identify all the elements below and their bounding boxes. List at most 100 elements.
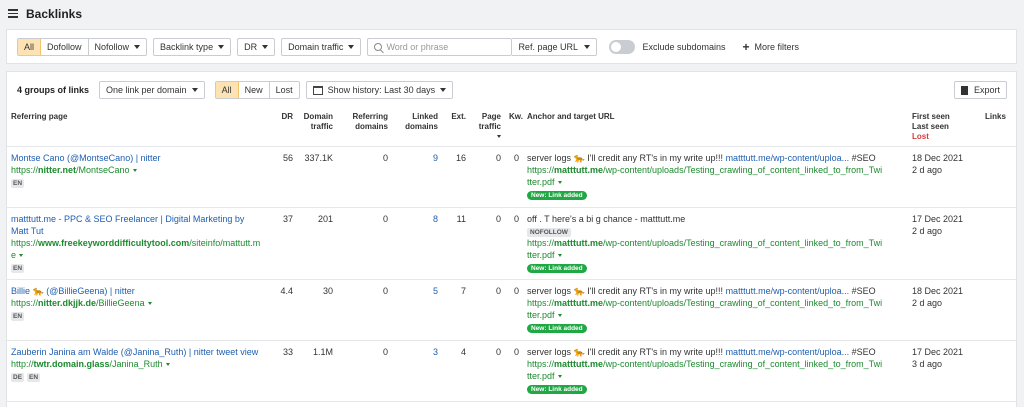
target-path-cont: tter.pdf <box>527 310 555 320</box>
col-linked-domains-l2: domains <box>405 122 438 131</box>
last-seen-value: 2 d ago <box>912 165 943 175</box>
url-prefix: https:// <box>11 298 39 308</box>
kw-value: 0 <box>505 207 523 280</box>
last-seen-value: 2 d ago <box>912 298 943 308</box>
links-cell <box>981 279 1016 341</box>
dr-dropdown[interactable]: DR <box>237 38 276 56</box>
linked-domains-value[interactable]: 8 <box>392 207 442 280</box>
url-domain: twtr.domain.glass <box>33 359 110 369</box>
target-url[interactable]: https://matttutt.me/wp-content/uploads/T… <box>527 358 904 382</box>
page-traffic-value: 0 <box>470 146 505 208</box>
linked-domains-value[interactable]: 3 <box>392 340 442 402</box>
page-traffic-value: 0 <box>470 207 505 280</box>
ref-page-url-dropdown[interactable]: Ref. page URL <box>512 38 598 56</box>
col-domain-traffic-l1: Domain <box>303 112 333 121</box>
url-prefix: https:// <box>11 238 39 248</box>
leopard-emoji-icon: 🐆 <box>32 286 44 296</box>
linked-domains-value[interactable]: 5 <box>392 279 442 341</box>
referring-page-url[interactable]: http://twtr.domain.glass/Janina_Ruth <box>11 358 263 370</box>
search-input[interactable] <box>386 42 507 52</box>
chevron-down-icon[interactable] <box>557 254 562 258</box>
first-seen-value: 17 Dec 2021 <box>912 214 964 224</box>
referring-page-title[interactable]: Zauberin Janina am Walde (@Janina_Ruth) … <box>11 346 263 358</box>
language-tag: EN <box>27 373 41 382</box>
search-box <box>367 38 513 56</box>
target-url[interactable]: https://matttutt.me/wp-content/uploads/T… <box>527 297 904 321</box>
ref-domains-value: 0 <box>337 146 392 208</box>
links-cell <box>981 340 1016 402</box>
exclude-subdomains-toggle[interactable] <box>609 40 636 54</box>
sort-desc-icon <box>497 135 501 139</box>
calendar-icon <box>312 85 323 95</box>
chevron-down-icon[interactable] <box>557 314 562 318</box>
first-seen-value: 18 Dec 2021 <box>912 286 964 296</box>
referring-page-url[interactable]: https://www.freekeyworddifficultytool.co… <box>11 237 263 261</box>
referring-page-title[interactable]: Montse Cano (@MontseCano) | nitter <box>11 152 263 164</box>
ref-domains-value: 0 <box>337 279 392 341</box>
language-tag: EN <box>11 312 25 321</box>
col-seen[interactable]: First seen Last seen Lost <box>908 108 981 147</box>
referring-page-url[interactable]: https://nitter.dkjjk.de/BillieGeena <box>11 297 263 309</box>
chevron-down-icon[interactable] <box>165 363 170 367</box>
last-seen-value: 2 d ago <box>912 226 943 236</box>
chevron-down-icon[interactable] <box>147 302 152 306</box>
col-referring-domains[interactable]: Referring domains <box>337 108 392 147</box>
col-links[interactable]: Links <box>981 108 1016 147</box>
anchor-text: off . T here's a bi g chance - matttutt.… <box>527 214 686 224</box>
referring-page-url[interactable]: https://nitter.net/MontseCano <box>11 164 263 176</box>
target-domain: matttutt.me <box>554 298 604 308</box>
chevron-down-icon <box>440 88 447 92</box>
anchor-inline-link[interactable]: matttutt.me/wp-content/uploa... <box>726 153 850 163</box>
target-domain: matttutt.me <box>554 359 604 369</box>
domain-traffic-dropdown[interactable]: Domain traffic <box>281 38 362 56</box>
col-dr[interactable]: DR <box>267 108 297 147</box>
linked-domains-value[interactable]: 9 <box>392 146 442 208</box>
link-type-dofollow[interactable]: Dofollow <box>41 39 89 55</box>
target-url[interactable]: https://matttutt.me/wp-content/uploads/T… <box>527 237 904 261</box>
anchor-text: server logs 🐆 I'll credit any RT's in my… <box>527 152 904 164</box>
search-icon <box>374 43 383 51</box>
link-type-all[interactable]: All <box>18 39 42 55</box>
col-domain-traffic[interactable]: Domain traffic <box>297 108 337 147</box>
target-url[interactable]: https://matttutt.me/wp-content/uploads/T… <box>527 164 904 188</box>
chevron-down-icon[interactable] <box>19 254 24 258</box>
tab-new[interactable]: New <box>239 82 270 98</box>
col-referring-page[interactable]: Referring page <box>7 108 267 147</box>
first-seen-value: 17 Dec 2021 <box>912 347 964 357</box>
col-page-traffic[interactable]: Page traffic <box>470 108 505 147</box>
new-link-badge: New: Link added <box>527 324 587 333</box>
groups-count: 4 groups of links <box>17 85 90 95</box>
chevron-down-icon[interactable] <box>557 375 562 379</box>
chevron-down-icon[interactable] <box>132 169 137 173</box>
anchor-inline-link[interactable]: matttutt.me/wp-content/uploa... <box>726 286 850 296</box>
kw-value: 0 <box>505 340 523 402</box>
anchor-text-tail: #SEO <box>849 347 876 357</box>
page-traffic-value: 0 <box>470 340 505 402</box>
chevron-down-icon[interactable] <box>557 181 562 185</box>
col-kw[interactable]: Kw. <box>505 108 523 147</box>
export-button[interactable]: Export <box>953 81 1007 99</box>
target-prefix: https:// <box>527 165 555 175</box>
target-domain: matttutt.me <box>554 238 604 248</box>
col-linked-domains[interactable]: Linked domains <box>392 108 442 147</box>
history-dropdown[interactable]: Show history: Last 30 days <box>305 81 454 99</box>
language-tag: EN <box>11 179 25 188</box>
tab-lost[interactable]: Lost <box>270 82 299 98</box>
col-anchor[interactable]: Anchor and target URL <box>523 108 908 147</box>
more-filters-button[interactable]: + More filters <box>743 40 800 54</box>
referring-page-title[interactable]: Billie 🐆 (@BillieGeena) | nitter <box>11 285 263 297</box>
hamburger-menu-icon[interactable] <box>8 9 18 18</box>
filter-bar: All Dofollow Nofollow Backlink type DR D… <box>6 29 1017 64</box>
link-type-nofollow-dropdown[interactable]: Nofollow <box>89 39 147 55</box>
referring-page-title[interactable]: matttutt.me - PPC & SEO Freelancer | Dig… <box>11 213 263 237</box>
title-start: Billie <box>11 286 33 296</box>
anchor-inline-link[interactable]: matttutt.me/wp-content/uploa... <box>726 347 850 357</box>
tab-all[interactable]: All <box>215 82 239 98</box>
links-cell <box>981 207 1016 280</box>
col-ext[interactable]: Ext. <box>442 108 470 147</box>
backlink-type-dropdown[interactable]: Backlink type <box>153 38 232 56</box>
anchor-text-tail: #SEO <box>849 153 876 163</box>
url-domain: nitter.dkjjk.de <box>38 298 97 308</box>
grouping-dropdown[interactable]: One link per domain <box>99 81 205 99</box>
target-prefix: https:// <box>527 238 555 248</box>
